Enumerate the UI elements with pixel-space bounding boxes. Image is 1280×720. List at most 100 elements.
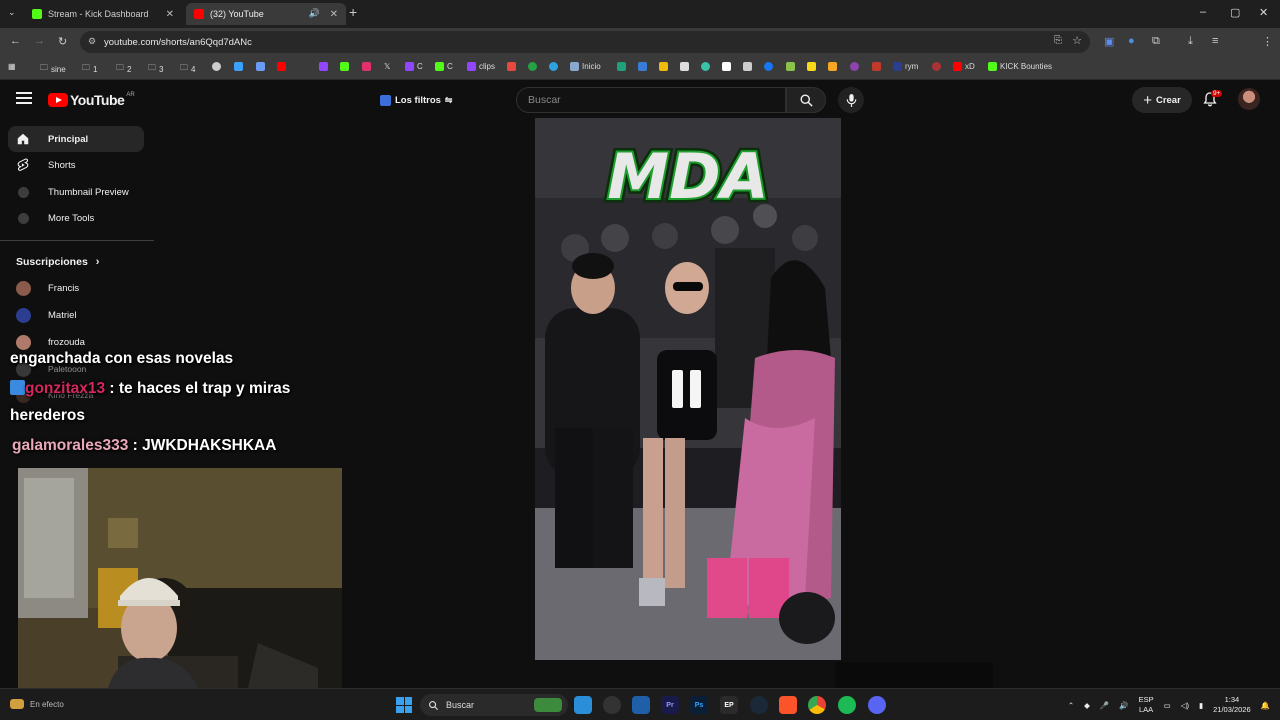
site-info-icon[interactable]: ⚙ [88,36,96,47]
bookmark-icon[interactable] [638,62,647,71]
close-icon[interactable]: ✕ [166,9,174,20]
tab-search-icon[interactable]: ⌄ [8,7,16,18]
subscription-francis[interactable]: Francis [16,278,79,298]
bookmark-icon[interactable] [528,62,537,71]
chrome-app-icon[interactable] [808,696,826,714]
photoshop-app-icon[interactable]: Ps [690,696,708,714]
bookmark-icon[interactable] [786,62,795,71]
x-bookmark-icon[interactable]: 𝕏 [384,62,390,71]
bookmark-xd[interactable]: xD [953,62,975,71]
epic-games-app-icon[interactable]: EP [720,696,738,714]
sidebar-item-more-tools[interactable]: More Tools [8,205,144,231]
minimize-button[interactable]: – [1200,6,1206,18]
pause-icon[interactable] [670,370,706,410]
bookmark-icon[interactable] [722,62,731,71]
kick-bookmark-icon[interactable] [340,62,349,71]
bookmark-kick-bounties[interactable]: KICK Bounties [988,62,1052,71]
account-avatar[interactable] [1238,88,1260,110]
capcut-app-icon[interactable] [632,696,650,714]
discord-tray-icon[interactable]: ◆ [1084,701,1090,710]
notification-center-icon[interactable]: 🔔 [1261,701,1270,710]
bookmark-star-icon[interactable]: ☆ [1072,34,1082,47]
speaker-icon[interactable]: ◁) [1181,701,1189,710]
menu-kebab-icon[interactable]: ⋮ [1262,35,1273,48]
sidebar-item-thumbnail-preview[interactable]: Thumbnail Preview [8,179,144,205]
bookmark-inicio[interactable]: Inicio [570,62,601,71]
weather-widget[interactable]: En efecto [10,699,64,709]
address-bar[interactable]: ⚙ youtube.com/shorts/an6Qqd7dANc ⎘ ☆ [80,31,1090,53]
bookmark-folder-sine[interactable]: 🗀 sine [40,62,66,76]
bookmark-icon[interactable] [234,62,243,71]
youtube-logo[interactable]: YouTube AR [48,92,135,108]
bookmark-folder-1[interactable]: 🗀 1 [82,62,97,76]
bookmark-icon[interactable] [507,62,516,71]
close-icon[interactable]: ✕ [330,9,338,20]
bookmark-folder-3[interactable]: 🗀 3 [148,62,163,76]
bookmark-icon[interactable] [617,62,626,71]
volume-tray-icon[interactable]: 🔊 [1119,701,1128,710]
bookmark-clips[interactable]: clips [467,62,495,71]
language-indicator[interactable]: ESP LAA [1139,695,1154,715]
bookmark-rym[interactable]: rym [893,62,918,71]
bookmark-twitch-c[interactable]: C [405,62,423,71]
twitch-bookmark-icon[interactable] [319,62,328,71]
brave-app-icon[interactable] [779,696,797,714]
forward-icon[interactable]: → [34,35,45,47]
bookmark-icon[interactable] [807,62,816,71]
apps-grid-icon[interactable]: ▦ [8,62,16,71]
bookmark-icon[interactable] [872,62,881,71]
voice-search-button[interactable] [838,87,864,113]
restore-button[interactable]: ▢ [1230,6,1240,19]
chevron-up-icon[interactable]: ⌃ [1068,701,1074,710]
tab-youtube[interactable]: (32) YouTube 🔊 ✕ [186,3,346,25]
bookmark-icon[interactable] [701,62,710,71]
create-button[interactable]: + Crear [1132,87,1192,113]
facebook-bookmark-icon[interactable] [764,62,773,71]
taskbar-search[interactable]: Buscar [420,694,568,716]
reload-icon[interactable]: ↻ [58,35,67,48]
file-explorer-app-icon[interactable] [574,696,592,714]
new-tab-button[interactable]: + [349,4,357,20]
clock[interactable]: 1:34 21/03/2026 [1213,695,1251,715]
subscriptions-header[interactable]: Suscripciones › [16,256,99,268]
bookmark-icon[interactable] [680,62,689,71]
back-icon[interactable]: ← [10,35,21,47]
youtube-bookmark-icon[interactable] [277,62,286,71]
bookmark-icon[interactable] [932,62,941,71]
bookmark-icon[interactable] [212,62,221,71]
obs-app-icon[interactable] [603,696,621,714]
bookmark-icon[interactable] [850,62,859,71]
short-video-player[interactable]: MDA MDA [535,118,841,660]
network-icon[interactable]: ▭ [1164,701,1171,710]
subscription-frozouda[interactable]: frozouda [16,332,85,352]
tab-kick-dashboard[interactable]: Stream - Kick Dashboard ✕ [24,3,182,25]
search-button[interactable] [786,87,826,113]
filters-button[interactable]: Los filtros ⇋ [380,90,452,110]
extensions-puzzle-icon[interactable]: ⧉ [1152,35,1160,48]
close-window-button[interactable]: ✕ [1259,6,1268,19]
bookmark-kick-c[interactable]: C [435,62,453,71]
sidebar-item-principal[interactable]: Principal [8,126,144,152]
bookmark-folder-4[interactable]: 🗀 4 [180,62,195,76]
windows-start-icon[interactable] [396,697,412,713]
bookmark-icon[interactable] [743,62,752,71]
bookmark-icon[interactable] [256,62,265,71]
premiere-app-icon[interactable]: Pr [661,696,679,714]
media-control-icon[interactable]: ≡ [1212,35,1218,47]
bookmark-icon[interactable] [659,62,668,71]
sidebar-item-shorts[interactable]: Shorts [8,152,144,178]
extension-icon[interactable]: ● [1128,35,1135,47]
subscription-matriel[interactable]: Matriel [16,305,77,325]
battery-icon[interactable]: ▮ [1199,701,1203,710]
search-input[interactable]: Buscar [516,87,786,113]
hamburger-menu-icon[interactable] [16,92,32,106]
steam-app-icon[interactable] [750,696,768,714]
microphone-icon[interactable]: 🎤 [1100,701,1109,710]
translate-extension-icon[interactable]: ▣ [1104,35,1114,48]
bookmark-folder-2[interactable]: 🗀 2 [116,62,131,76]
discord-app-icon[interactable] [868,696,886,714]
audio-icon[interactable]: 🔊 [309,8,320,19]
install-icon[interactable]: ⎘ [1054,35,1062,46]
spotify-app-icon[interactable] [838,696,856,714]
bookmark-icon[interactable] [828,62,837,71]
